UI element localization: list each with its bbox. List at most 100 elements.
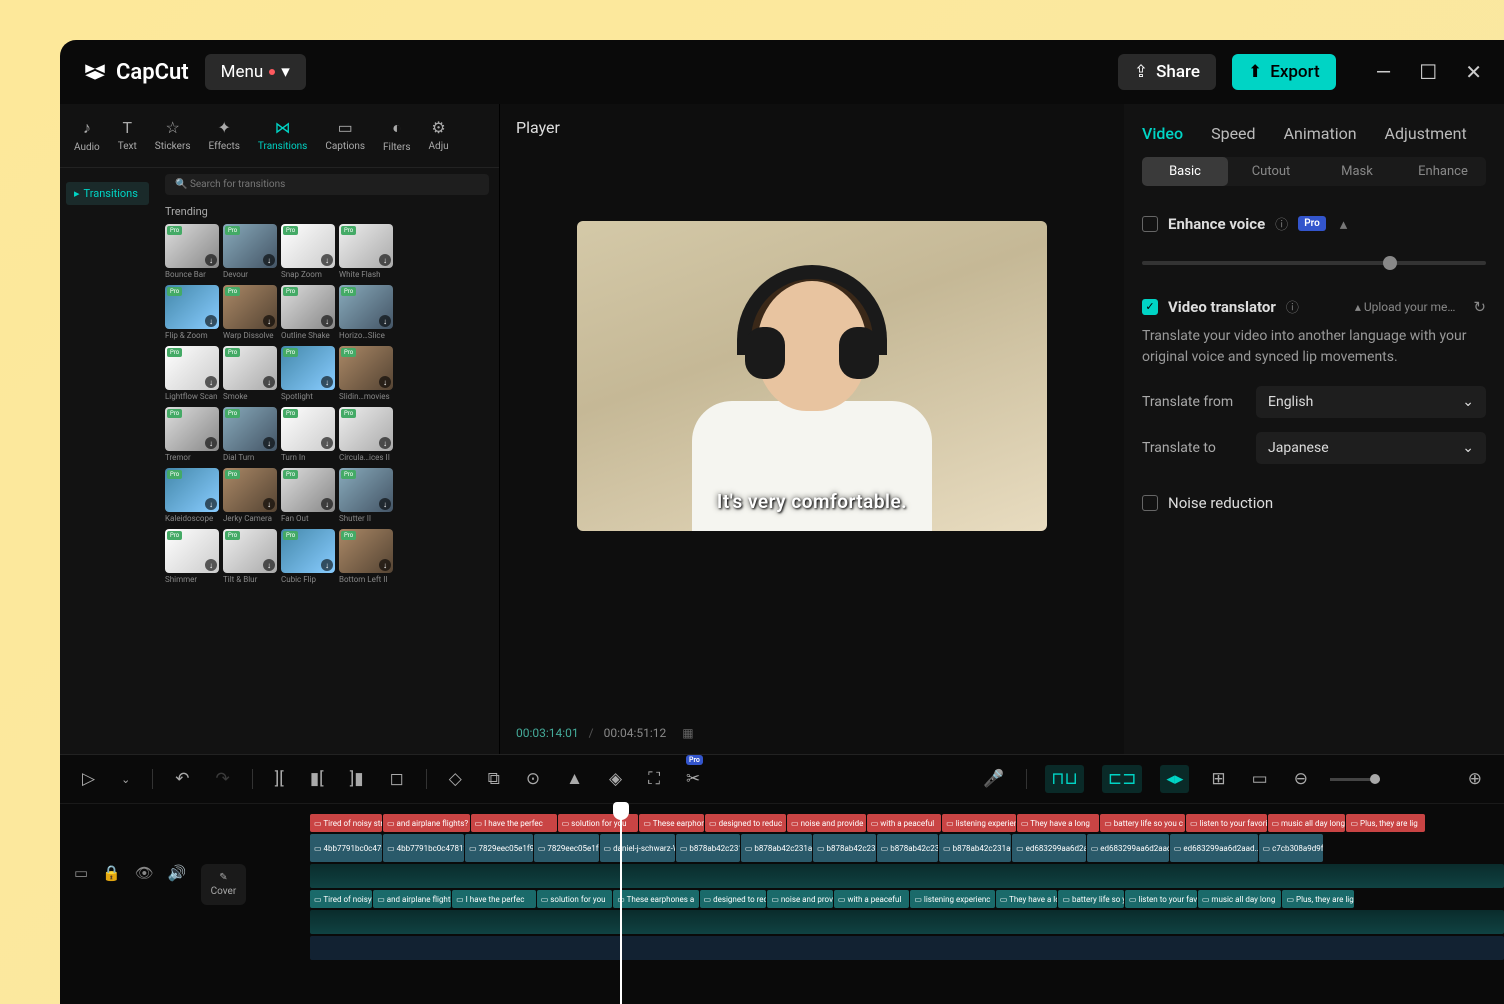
mic-icon[interactable]: 🎤 xyxy=(979,765,1008,793)
audio-waveform-3[interactable] xyxy=(310,936,1504,960)
transition-item[interactable]: Lightflow Scan xyxy=(165,346,219,401)
property-tab-adjustment[interactable]: Adjustment xyxy=(1385,124,1467,143)
timeline-clip[interactable]: ▭ with a peaceful xyxy=(834,890,909,908)
tool-tab-effects[interactable]: ✦Effects xyxy=(201,114,248,157)
crop-tool-icon[interactable]: ⛶ xyxy=(644,765,664,793)
timeline-clip[interactable]: ▭ listen to your favori xyxy=(1186,814,1267,832)
preview-icon[interactable]: ▭ xyxy=(1248,765,1272,793)
minimize-button[interactable]: — xyxy=(1376,60,1392,84)
timeline-clip[interactable]: ▭ 4bb7791bc0c478122… xyxy=(383,834,464,862)
timeline-clip[interactable]: ▭ ed683299aa6d2aad… xyxy=(1087,834,1169,862)
info-icon[interactable]: ⓘ xyxy=(1286,297,1299,316)
aspect-icon[interactable]: ▦ xyxy=(682,726,693,740)
redo-icon[interactable]: ↷ xyxy=(212,765,234,793)
zoom-slider[interactable] xyxy=(1330,778,1380,781)
zoom-in-icon[interactable]: ⊕ xyxy=(1464,765,1486,793)
maximize-button[interactable]: ☐ xyxy=(1419,60,1437,84)
play-icon[interactable]: ⊙ xyxy=(522,765,544,793)
rotate-icon[interactable]: ◈ xyxy=(605,765,626,793)
timeline-clip[interactable]: ▭ and airplane flights? xyxy=(373,890,451,908)
timeline-clip[interactable]: ▭ 4bb7791bc0c478122… xyxy=(310,834,382,862)
audio-waveform-1[interactable] xyxy=(310,864,1504,888)
preview-track-icon[interactable]: ▭ xyxy=(74,864,88,882)
copy-icon[interactable]: ⧉ xyxy=(484,765,504,793)
split-icon[interactable]: ][ xyxy=(271,765,288,793)
tool-tab-stickers[interactable]: ☆Stickers xyxy=(147,114,199,157)
timeline-clip[interactable]: ▭ Plus, they are lig xyxy=(1346,814,1424,832)
enhance-voice-checkbox[interactable] xyxy=(1142,216,1158,232)
crop-icon[interactable]: ◻ xyxy=(386,765,408,793)
noise-reduction-checkbox[interactable] xyxy=(1142,495,1158,511)
enhance-voice-slider[interactable] xyxy=(1142,261,1486,265)
transition-item[interactable]: Cubic Flip xyxy=(281,529,335,584)
timeline-clip[interactable]: ▭ 7829eec05e1f9645… xyxy=(534,834,599,862)
transition-item[interactable]: Turn In xyxy=(281,407,335,462)
property-tab-animation[interactable]: Animation xyxy=(1284,124,1357,143)
transition-item[interactable]: Spotlight xyxy=(281,346,335,401)
timeline-clip[interactable]: ▭ b878ab42c231a6b0… xyxy=(813,834,876,862)
timeline-clip[interactable]: ▭ music all day long xyxy=(1268,814,1346,832)
timeline-clip[interactable]: ▭ I have the perfec xyxy=(471,814,557,832)
video-translator-checkbox[interactable]: ✓ xyxy=(1142,299,1158,315)
property-subtab-enhance[interactable]: Enhance xyxy=(1400,157,1486,186)
link-icon[interactable]: ⊏⊐ xyxy=(1102,765,1143,793)
menu-button[interactable]: Menu ▾ xyxy=(205,54,306,90)
collapse-icon[interactable]: ▴ xyxy=(1340,215,1348,233)
zoom-out-icon[interactable]: ⊖ xyxy=(1290,765,1312,793)
property-tab-video[interactable]: Video xyxy=(1142,124,1183,143)
transition-item[interactable]: Slidin…movies xyxy=(339,346,393,401)
transition-item[interactable]: Circula…ices II xyxy=(339,407,393,462)
magnet-icon[interactable]: ⊓⊔ xyxy=(1045,765,1084,793)
transition-item[interactable]: Dial Turn xyxy=(223,407,277,462)
transition-item[interactable]: Bounce Bar xyxy=(165,224,219,279)
timeline-clip[interactable]: ▭ b878ab42c231a6b0… xyxy=(676,834,740,862)
timeline-clip[interactable]: ▭ c7cb308a9d9f511… xyxy=(1259,834,1323,862)
undo-icon[interactable]: ↶ xyxy=(171,765,193,793)
timeline-clip[interactable]: ▭ Tired of noisy streets xyxy=(310,814,382,832)
timeline-clip[interactable]: ▭ ed683299aa6d2aad… xyxy=(1170,834,1258,862)
tool-tab-captions[interactable]: ▭Captions xyxy=(317,114,373,157)
timeline-clip[interactable]: ▭ battery life so you c xyxy=(1100,814,1185,832)
tool-tab-text[interactable]: TText xyxy=(110,114,145,157)
transition-item[interactable]: Tilt & Blur xyxy=(223,529,277,584)
timeline-clip[interactable]: ▭ They have a long xyxy=(996,890,1058,908)
audio-waveform-2[interactable] xyxy=(310,910,1504,934)
timeline-clip[interactable]: ▭ with a peaceful xyxy=(867,814,941,832)
timeline-clip[interactable]: ▭ These earphones a xyxy=(639,814,704,832)
timeline-clip[interactable]: ▭ noise and provide xyxy=(767,890,833,908)
speaker-icon[interactable]: 🔊 xyxy=(168,864,187,882)
transition-item[interactable]: Fan Out xyxy=(281,468,335,523)
timeline-clip[interactable]: ▭ 7829eec05e1f9645… xyxy=(465,834,533,862)
trim-left-icon[interactable]: ▮[ xyxy=(306,765,328,793)
export-button[interactable]: ⬆ Export xyxy=(1232,54,1336,90)
transition-item[interactable]: Flip & Zoom xyxy=(165,285,219,340)
timeline-clip[interactable]: ▭ These earphones a xyxy=(613,890,698,908)
timeline-clip[interactable]: ▭ battery life so you c xyxy=(1058,890,1123,908)
timeline-clip[interactable]: ▭ They have a long xyxy=(1017,814,1099,832)
chevron-down-icon[interactable]: ⌄ xyxy=(117,769,134,790)
timeline-clip[interactable]: ▭ designed to reduc xyxy=(700,890,767,908)
caption-track-1[interactable]: ▭ Tired of noisy streets▭ and airplane f… xyxy=(310,814,1504,832)
tool-tab-adju[interactable]: ⚙Adju xyxy=(421,114,457,157)
playhead[interactable] xyxy=(620,804,622,1004)
transition-item[interactable]: Kaleidoscope xyxy=(165,468,219,523)
timeline-tracks[interactable]: ▭ Tired of noisy streets ▭ and airplane f… xyxy=(310,804,1504,1004)
caption-track-2[interactable]: ▭ Tired of noisy streets▭ and airplane f… xyxy=(310,890,1504,908)
transition-item[interactable]: Warp Dissolve xyxy=(223,285,277,340)
align-icon[interactable]: ⊞ xyxy=(1207,765,1229,793)
timeline-clip[interactable]: ▭ daniel-j-schwarz-W… xyxy=(600,834,675,862)
transition-item[interactable]: Devour xyxy=(223,224,277,279)
marker-icon[interactable]: ◇ xyxy=(445,765,466,793)
info-icon[interactable]: ⓘ xyxy=(1275,214,1288,233)
close-button[interactable]: ✕ xyxy=(1465,60,1482,84)
timeline-clip[interactable]: ▭ listening experienc xyxy=(942,814,1016,832)
search-input[interactable]: 🔍 Search for transitions xyxy=(165,174,489,195)
cover-button[interactable]: ✎ Cover xyxy=(201,864,247,905)
translate-to-select[interactable]: Japanese ⌄ xyxy=(1256,432,1486,464)
property-subtab-cutout[interactable]: Cutout xyxy=(1228,157,1314,186)
mirror-icon[interactable]: ▲ xyxy=(562,765,587,793)
pro-cut-icon[interactable]: Pro✂ xyxy=(682,765,704,793)
snap-icon[interactable]: ◂▸ xyxy=(1160,765,1189,793)
transition-item[interactable]: Jerky Camera xyxy=(223,468,277,523)
translate-from-select[interactable]: English ⌄ xyxy=(1256,386,1486,418)
